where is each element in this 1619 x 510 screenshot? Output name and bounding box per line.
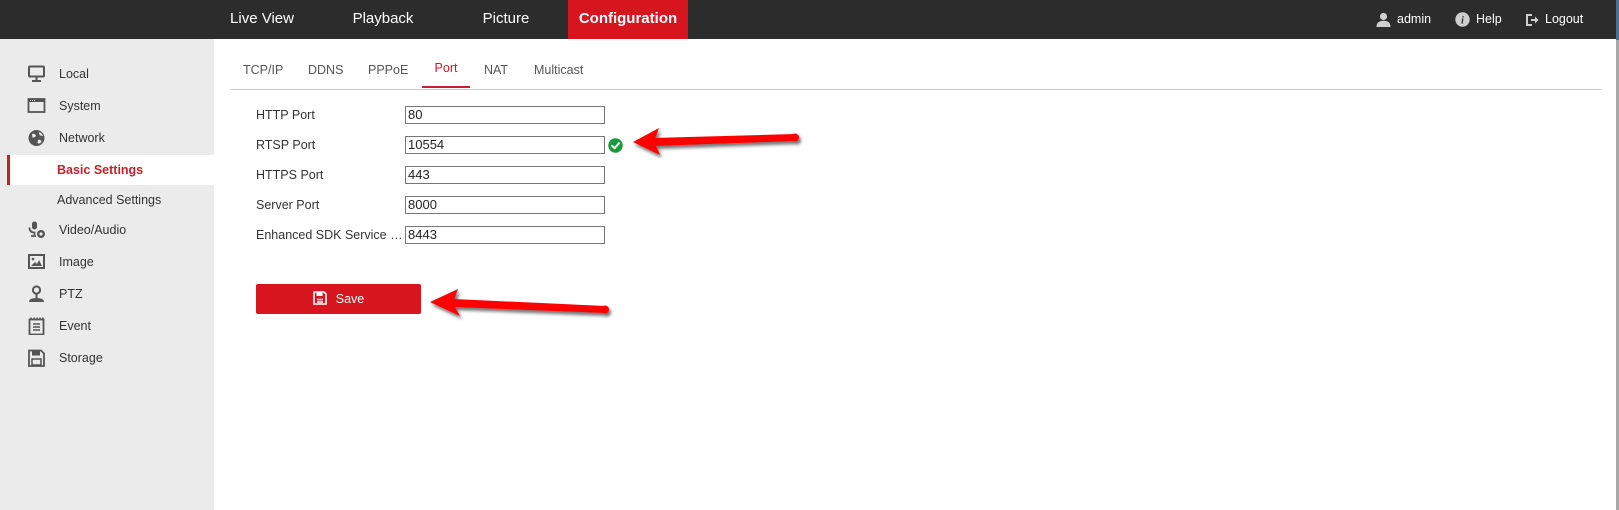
help-button[interactable]: i Help [1455,0,1502,39]
sidebar-item-label: Local [59,67,89,81]
check-circle-icon [608,138,623,153]
microphone-icon [27,221,47,239]
sidebar-item-label: Video/Audio [59,223,127,237]
svg-text:i: i [1461,16,1464,27]
nav-configuration[interactable]: Configuration [568,0,688,39]
sidebar-item-label: Image [59,255,94,269]
notepad-icon [27,317,47,336]
info-icon: i [1455,12,1470,27]
sidebar-item-label: Storage [59,351,103,365]
tab-multicast[interactable]: Multicast [534,52,583,88]
sidebar-subitem-basic-settings[interactable]: Basic Settings [7,155,214,185]
user-icon [1376,12,1391,27]
sidebar-subitem-advanced-settings[interactable]: Advanced Settings [7,185,214,215]
monitor-icon [27,65,47,83]
tab-pppoe[interactable]: PPPoE [368,52,408,88]
sidebar-item-system[interactable]: System [0,90,214,122]
sidebar-item-label: PTZ [59,287,83,301]
annotation-arrow-save [430,289,609,316]
save-label: Save [335,292,365,306]
tab-nat[interactable]: NAT [484,52,508,88]
logout-label: Logout [1545,12,1584,26]
http-port-input[interactable] [405,106,605,124]
enhanced-sdk-port-input[interactable] [405,226,605,244]
nav-picture[interactable]: Picture [458,0,554,39]
server-port-input[interactable] [405,196,605,214]
network-tabs: TCP/IP DDNS PPPoE Port NAT Multicast [231,52,1601,90]
tab-ddns[interactable]: DDNS [308,52,343,88]
tab-tcpip[interactable]: TCP/IP [243,52,283,88]
rtsp-port-label: RTSP Port [256,138,316,152]
https-port-input[interactable] [405,166,605,184]
sidebar-item-ptz[interactable]: PTZ [0,278,214,310]
enhanced-sdk-port-label: Enhanced SDK Service Port [256,228,404,242]
user-menu[interactable]: admin [1376,0,1431,39]
floppy-disk-icon [27,349,47,367]
sidebar-item-label: Network [59,131,105,145]
logout-button[interactable]: Logout [1525,0,1583,39]
sidebar-item-video-audio[interactable]: Video/Audio [0,214,214,246]
username-label: admin [1397,12,1432,26]
nav-live-view[interactable]: Live View [212,0,312,39]
http-port-label: HTTP Port [256,108,315,122]
annotation-arrow-rtsp [633,128,799,155]
image-icon [27,253,47,271]
ptz-camera-icon [27,285,47,303]
rtsp-port-input[interactable] [405,136,605,154]
save-button[interactable]: Save [256,284,421,314]
sidebar-item-network[interactable]: Network [0,122,214,154]
help-label: Help [1476,12,1502,26]
logout-icon [1525,13,1539,27]
floppy-disk-icon [312,290,327,308]
sidebar-item-label: Basic Settings [57,163,144,177]
sidebar-item-image[interactable]: Image [0,246,214,278]
https-port-label: HTTPS Port [256,168,324,182]
sidebar-item-event[interactable]: Event [0,310,214,342]
nav-playback[interactable]: Playback [330,0,436,39]
sidebar-item-label: Advanced Settings [57,193,162,207]
sidebar-item-storage[interactable]: Storage [0,342,214,374]
sidebar: Local System Network Basic Settings Adva… [0,39,214,510]
window-icon [27,97,47,115]
sidebar-item-local[interactable]: Local [0,58,214,90]
sidebar-item-label: System [59,99,101,113]
sidebar-item-label: Event [59,319,91,333]
server-port-label: Server Port [256,198,320,212]
globe-icon [27,129,47,147]
top-navigation-bar: Live View Playback Picture Configuration… [0,0,1616,39]
tab-port[interactable]: Port [422,52,470,88]
